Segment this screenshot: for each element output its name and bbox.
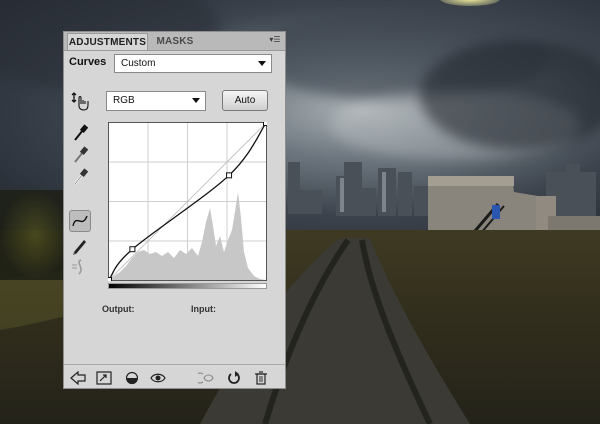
sample-white-eyedropper-icon[interactable] bbox=[69, 166, 91, 188]
visibility-eye-icon[interactable] bbox=[150, 371, 166, 385]
trash-icon[interactable] bbox=[253, 371, 269, 385]
input-label: Input: bbox=[191, 304, 216, 314]
channel-dropdown[interactable]: RGB bbox=[106, 91, 206, 111]
view-previous-icon[interactable] bbox=[198, 371, 214, 385]
curves-graph[interactable] bbox=[108, 122, 267, 281]
expand-view-icon[interactable] bbox=[96, 371, 112, 385]
panel-bottom-bar bbox=[64, 364, 285, 389]
preset-dropdown[interactable]: Custom bbox=[114, 54, 272, 73]
smooth-curve-icon[interactable] bbox=[69, 256, 91, 278]
clip-layer-icon[interactable] bbox=[124, 371, 140, 385]
panel-menu-icon[interactable]: ▾☰ bbox=[268, 35, 282, 45]
channel-value: RGB bbox=[113, 95, 135, 106]
back-arrow-icon[interactable] bbox=[70, 371, 86, 385]
sample-gray-eyedropper-icon[interactable] bbox=[69, 144, 91, 166]
pencil-draw-icon[interactable] bbox=[69, 234, 91, 256]
tab-adjustments[interactable]: ADJUSTMENTS bbox=[67, 33, 148, 50]
input-gradient-bar bbox=[108, 283, 267, 289]
preset-value: Custom bbox=[121, 58, 156, 69]
output-label: Output: bbox=[102, 304, 135, 314]
panel-tab-bar: ADJUSTMENTS MASKS ▾☰ bbox=[64, 32, 285, 51]
curve-control-point[interactable] bbox=[226, 172, 233, 179]
auto-button[interactable]: Auto bbox=[222, 90, 268, 111]
adjustments-panel: ADJUSTMENTS MASKS ▾☰ Curves Custom RGB A… bbox=[63, 31, 286, 389]
tab-masks[interactable]: MASKS bbox=[150, 33, 200, 50]
curve-control-point[interactable] bbox=[108, 277, 112, 282]
adjustment-type-label: Curves bbox=[69, 56, 107, 68]
reset-icon[interactable] bbox=[226, 371, 242, 385]
curve-edit-icon bbox=[72, 215, 88, 227]
chevron-down-icon bbox=[258, 61, 266, 66]
tree-cluster bbox=[0, 190, 70, 280]
sample-black-eyedropper-icon[interactable] bbox=[69, 122, 91, 144]
curve-control-point[interactable] bbox=[263, 122, 268, 126]
curve-edit-tool[interactable] bbox=[69, 210, 91, 232]
chevron-down-icon bbox=[192, 98, 200, 103]
curve-control-point[interactable] bbox=[129, 246, 136, 253]
on-image-adjust-icon[interactable] bbox=[69, 90, 91, 112]
